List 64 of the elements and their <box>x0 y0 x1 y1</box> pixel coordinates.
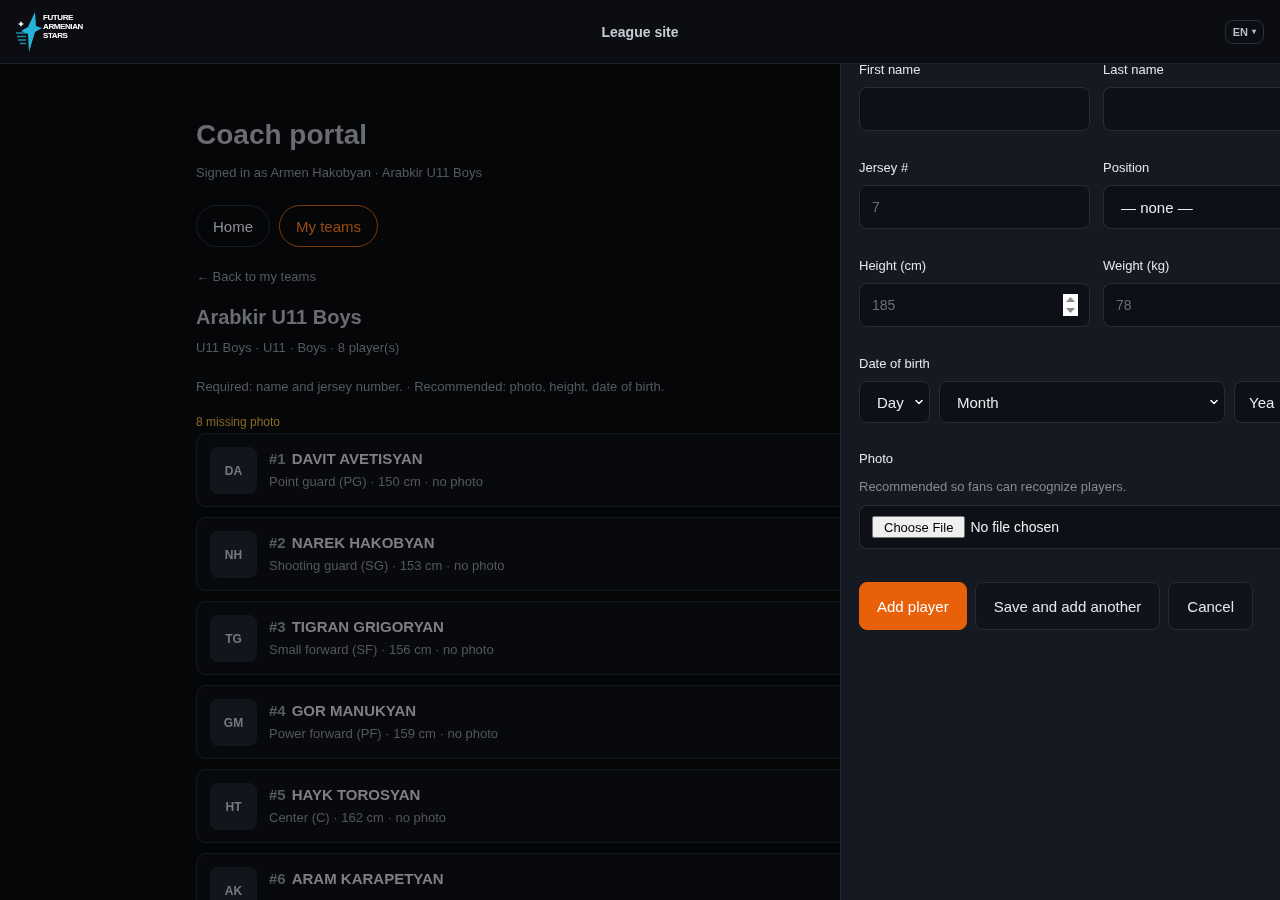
player-name: GOR MANUKYAN <box>291 701 417 721</box>
field-label: Height (cm) <box>859 257 928 275</box>
player-details: Center (C) · 162 cm · no photo <box>269 809 447 827</box>
player-details: Shooting guard (SG) · 153 cm · no photo <box>269 557 505 575</box>
action-button[interactable]: Save and add another <box>974 582 1161 630</box>
player-card[interactable]: DA #1 DAVIT AVETISYAN Point guard (PG) · 150 cm · no photo <box>196 433 840 507</box>
input-field[interactable] <box>1103 87 1280 131</box>
site-title: League site <box>601 23 679 40</box>
player-card[interactable]: AK #6 ARAM KARAPETYAN <box>196 853 840 900</box>
signed-in-text: Signed in as Armen Hakobyan · Arabkir U11 Boys <box>196 164 482 182</box>
select-field[interactable]: Yea <box>1234 381 1280 423</box>
player-card[interactable]: NH #2 NAREK HAKOBYAN Shooting guard (SG) · 153 cm · no photo <box>196 517 840 591</box>
logo-wordmark: FUTURE ARMENIAN STARS <box>43 13 83 40</box>
jersey-number: #1 <box>269 449 286 469</box>
player-name: TIGRAN GRIGORYAN <box>291 617 444 637</box>
requirements-text: Required: name and jersey number. · Recommended: photo, height, date of birth. <box>196 378 665 396</box>
field-label: Weight (kg) <box>1103 257 1171 275</box>
jersey-number: #4 <box>269 701 286 721</box>
number-input-field[interactable]: 185 <box>859 283 1090 327</box>
player-details: Small forward (SF) · 156 cm · no photo <box>269 641 494 659</box>
select-field[interactable]: — none — <box>1103 185 1280 229</box>
player-name: NAREK HAKOBYAN <box>291 533 435 553</box>
file-input-field[interactable]: Choose File No file chosen <box>859 505 1280 549</box>
page-title: Coach portal <box>196 118 368 152</box>
input-field[interactable] <box>859 87 1090 131</box>
team-name: Arabkir U11 Boys <box>196 305 362 330</box>
field-label: Jersey # <box>859 159 910 177</box>
select-field[interactable]: Month <box>939 381 1225 423</box>
add-player-button[interactable]: Add player <box>859 582 967 630</box>
field-label: Last name <box>1103 64 1165 79</box>
player-card[interactable]: GM #4 GOR MANUKYAN Power forward (PF) · 159 cm · no photo <box>196 685 840 759</box>
player-details: Power forward (PF) · 159 cm · no photo <box>269 725 499 743</box>
player-name: ARAM KARAPETYAN <box>291 869 444 889</box>
input-field[interactable]: 7 <box>859 185 1090 229</box>
field-label: Position <box>1103 159 1151 177</box>
player-name: HAYK TOROSYAN <box>291 785 421 805</box>
file-status: No file chosen <box>970 519 1060 535</box>
input-field[interactable]: 78 <box>1103 283 1280 327</box>
stepper-icon[interactable] <box>1063 294 1078 316</box>
initials-avatar: TG <box>210 615 257 662</box>
select-field[interactable]: Day <box>859 381 930 423</box>
player-card[interactable]: TG #3 TIGRAN GRIGORYAN Small forward (SF) · 156 cm · no photo <box>196 601 840 675</box>
photo-hint: Recommended so fans can recognize players. <box>859 478 1128 496</box>
player-details: Point guard (PG) · 150 cm · no photo <box>269 473 483 491</box>
initials-avatar: HT <box>210 783 257 830</box>
field-label: First name <box>859 64 922 79</box>
jersey-number: #3 <box>269 617 286 637</box>
initials-avatar: NH <box>210 531 257 578</box>
player-card[interactable]: HT #5 HAYK TOROSYAN Center (C) · 162 cm · no photo <box>196 769 840 843</box>
team-meta: U11 Boys · U11 · Boys · 8 player(s) <box>196 339 400 357</box>
missing-photo-notice: 8 missing photo <box>196 414 281 430</box>
initials-avatar: AK <box>210 867 257 900</box>
field-label: Photo <box>859 450 894 468</box>
star-icon <box>16 11 42 52</box>
jersey-number: #2 <box>269 533 286 553</box>
initials-avatar: GM <box>210 699 257 746</box>
jersey-number: #6 <box>269 869 286 889</box>
field-label: Date of birth <box>859 355 931 373</box>
jersey-number: #5 <box>269 785 286 805</box>
initials-avatar: DA <box>210 447 257 494</box>
player-name: DAVIT AVETISYAN <box>291 449 423 469</box>
choose-file-button[interactable]: Choose File <box>872 516 966 538</box>
language-button[interactable]: EN ▾ <box>1224 19 1264 44</box>
action-button[interactable]: Cancel <box>1168 582 1254 630</box>
